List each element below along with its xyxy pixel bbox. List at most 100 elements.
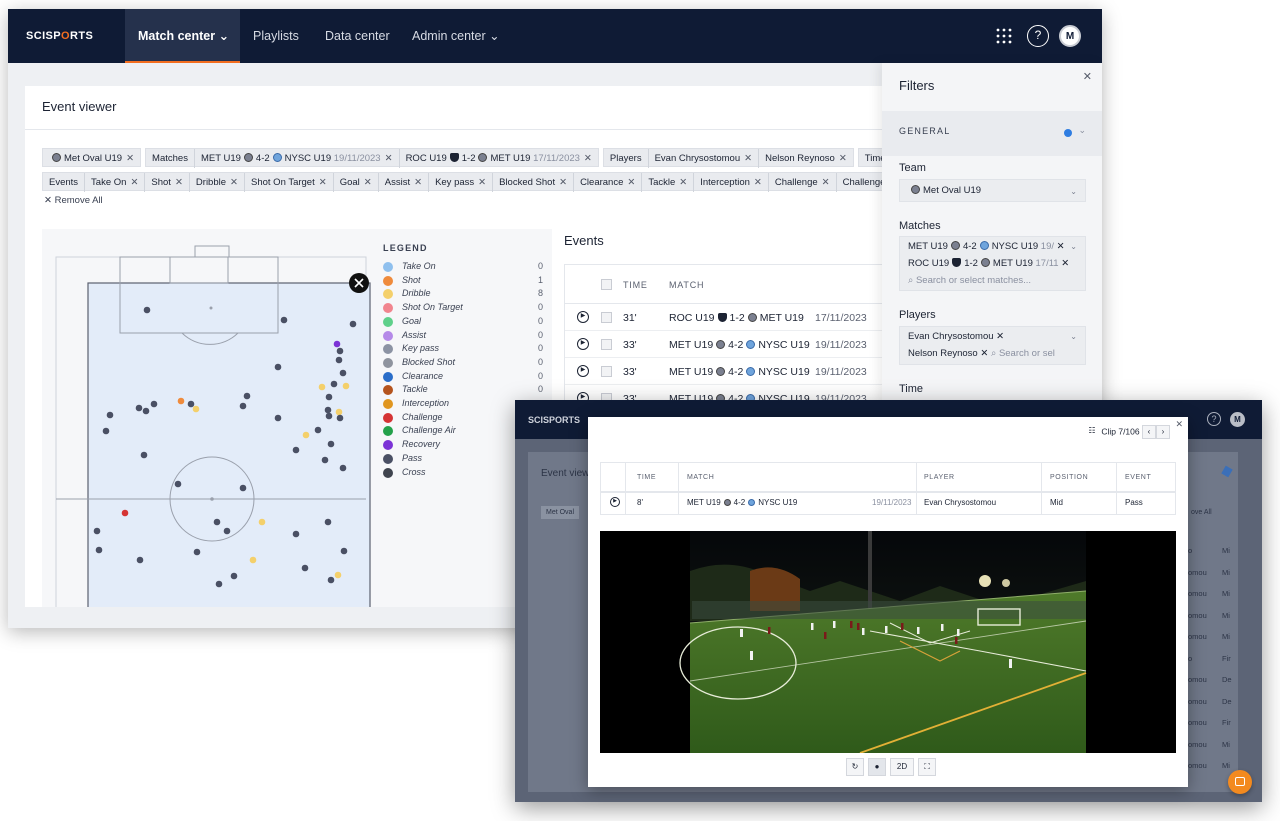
- legend-label: Dribble: [402, 288, 431, 299]
- fullscreen-icon[interactable]: ⛶: [918, 758, 936, 776]
- close-icon[interactable]: ✕: [1175, 419, 1183, 430]
- legend-item[interactable]: Assist 0: [383, 330, 543, 343]
- bg-player-cell: omou: [1188, 589, 1207, 598]
- legend-item[interactable]: Goal 0: [383, 316, 543, 329]
- remove-chip-icon[interactable]: ✕: [230, 177, 238, 188]
- legend-label: Goal: [402, 315, 422, 326]
- legend-count: 0: [537, 302, 543, 313]
- play-icon[interactable]: ▶: [577, 365, 589, 377]
- remove-chip-icon[interactable]: ✕: [478, 177, 486, 188]
- chat-icon[interactable]: [1228, 770, 1252, 794]
- legend-dot: [383, 371, 393, 382]
- remove-chip-icon[interactable]: ✕: [822, 177, 830, 188]
- bg-player-cell: omou: [1188, 761, 1207, 770]
- scisports-logo[interactable]: SCISPORTS: [26, 30, 93, 42]
- team-select[interactable]: Met Oval U19 ⌄: [899, 179, 1086, 202]
- nav-match-center[interactable]: Match center ⌄: [125, 9, 240, 63]
- events-table: TIME MATCH ▶ 31' ROC U19 1-2 MET U19 17/11/20…: [564, 264, 884, 413]
- legend-item[interactable]: Tackle 0: [383, 384, 543, 397]
- apps-grid-icon[interactable]: [993, 25, 1015, 47]
- table-row[interactable]: ▶ 31' ROC U19 1-2 MET U19 17/11/2023: [565, 304, 883, 331]
- nav-admin-center[interactable]: Admin center ⌄: [412, 9, 500, 63]
- legend-item[interactable]: Shot On Target 0: [383, 302, 543, 315]
- pitch-close-button[interactable]: [349, 273, 369, 293]
- next-clip-button[interactable]: ›: [1156, 425, 1170, 439]
- row-checkbox[interactable]: [601, 312, 612, 323]
- matches-select[interactable]: MET U19 4-2 NYSC U19 19/ ✕ ROC U19 1-2 MET U…: [899, 236, 1086, 291]
- legend-count: 1: [537, 274, 543, 285]
- table-row[interactable]: ▶ 33' MET U19 4-2 NYSC U19 19/11/2023: [565, 331, 883, 358]
- top-nav: SCISPORTS Match center ⌄ Playlists Data …: [8, 9, 1102, 63]
- bg-position-cell: Mi: [1222, 632, 1230, 641]
- players-select[interactable]: Evan Chrysostomou ✕ Nelson Reynoso ✕ ⌕ S…: [899, 326, 1086, 365]
- legend-count: 0: [537, 356, 543, 367]
- bg-player-cell: omou: [1188, 632, 1207, 641]
- play-icon[interactable]: ▶: [577, 338, 589, 350]
- legend-item[interactable]: Take On 0: [383, 261, 543, 274]
- match-video-frame: [679, 531, 1087, 753]
- play-icon[interactable]: ▶: [610, 497, 620, 507]
- remove-chip-icon[interactable]: ✕: [414, 177, 422, 188]
- legend-dot: [383, 467, 393, 478]
- events-chip[interactable]: Events Take On ✕ Shot ✕ Dribble ✕ Shot On Targe…: [42, 172, 882, 192]
- remove-chip-icon[interactable]: ✕: [627, 177, 635, 188]
- clip-table-header: TIME MATCH PLAYER POSITION EVENT: [601, 463, 1175, 493]
- remove-chip-icon[interactable]: ✕: [126, 153, 134, 164]
- matches-chip[interactable]: Matches MET U19 4-2 NYSC U19 19/11/2023 ✕ ROC…: [145, 148, 599, 168]
- nav-playlists[interactable]: Playlists: [253, 9, 299, 63]
- bg-remove-all: ove All: [1191, 509, 1212, 516]
- row-match: ROC U19 1-2 MET U19: [669, 312, 804, 324]
- view-2d-button[interactable]: 2D: [890, 758, 914, 776]
- select-all-checkbox[interactable]: [601, 279, 612, 290]
- legend-count: 0: [537, 384, 543, 395]
- general-section[interactable]: GENERAL ⌄: [882, 111, 1102, 156]
- bg-player-cell: omou: [1188, 718, 1207, 727]
- col-position: POSITION: [1050, 474, 1089, 481]
- team-chip[interactable]: Met Oval U19 ✕: [42, 148, 142, 167]
- players-chip[interactable]: Players Evan Chrysostomou ✕ Nelson Reynoso ✕: [602, 148, 854, 168]
- page-title: Event viewer: [42, 99, 117, 114]
- row-checkbox[interactable]: [601, 366, 612, 377]
- remove-chip-icon[interactable]: ✕: [130, 177, 138, 188]
- remove-chip-icon[interactable]: ✕: [559, 177, 567, 188]
- legend-label: Clearance: [402, 370, 444, 381]
- play-icon[interactable]: ●: [868, 758, 886, 776]
- remove-chip-icon[interactable]: ✕: [679, 177, 687, 188]
- time-chip[interactable]: Time: 30 -: [857, 148, 882, 167]
- remove-chip-icon[interactable]: ✕: [364, 177, 372, 188]
- play-icon[interactable]: ▶: [577, 311, 589, 323]
- legend-label: Challenge Air: [402, 425, 456, 436]
- legend-title: LEGEND: [383, 243, 428, 253]
- avatar[interactable]: M: [1059, 25, 1081, 47]
- legend-count: 0: [537, 315, 543, 326]
- legend-item[interactable]: Key pass 0: [383, 343, 543, 356]
- remove-chip-icon[interactable]: ✕: [319, 177, 327, 188]
- row-player: Evan Chrysostomou: [924, 498, 997, 507]
- nav-data-center[interactable]: Data center: [325, 9, 390, 63]
- legend-item[interactable]: Blocked Shot 0: [383, 357, 543, 370]
- table-row[interactable]: ▶ 8' MET U19 4-2 NYSC U19 19/11/2023 Evan …: [601, 493, 1175, 514]
- remove-all-button[interactable]: ✕ Remove All: [44, 195, 103, 206]
- col-time[interactable]: TIME: [623, 280, 648, 290]
- row-position: Mid: [1050, 498, 1063, 507]
- legend-label: Recovery: [402, 439, 441, 450]
- help-icon[interactable]: ?: [1027, 25, 1049, 47]
- row-date: 19/11/2023: [815, 339, 867, 351]
- remove-chip-icon[interactable]: ✕: [754, 177, 762, 188]
- legend-label: Shot On Target: [402, 302, 463, 313]
- prev-clip-button[interactable]: ‹: [1142, 425, 1156, 439]
- replay-icon[interactable]: ↻: [846, 758, 864, 776]
- row-checkbox[interactable]: [601, 339, 612, 350]
- video-player[interactable]: [600, 531, 1176, 753]
- table-row[interactable]: ▶ 33' MET U19 4-2 NYSC U19 19/11/2023: [565, 358, 883, 385]
- close-icon[interactable]: ✕: [1083, 70, 1092, 83]
- playlist-icon[interactable]: ☷: [1085, 425, 1099, 439]
- legend-count: 0: [537, 261, 543, 271]
- legend-item[interactable]: Dribble 8: [383, 288, 543, 301]
- players-label: Players: [899, 309, 936, 321]
- remove-chip-icon[interactable]: ✕: [175, 177, 183, 188]
- legend-item[interactable]: Shot 1: [383, 275, 543, 288]
- legend-item[interactable]: Clearance 0: [383, 371, 543, 384]
- col-match[interactable]: MATCH: [669, 280, 704, 290]
- matches-label: Matches: [899, 220, 941, 232]
